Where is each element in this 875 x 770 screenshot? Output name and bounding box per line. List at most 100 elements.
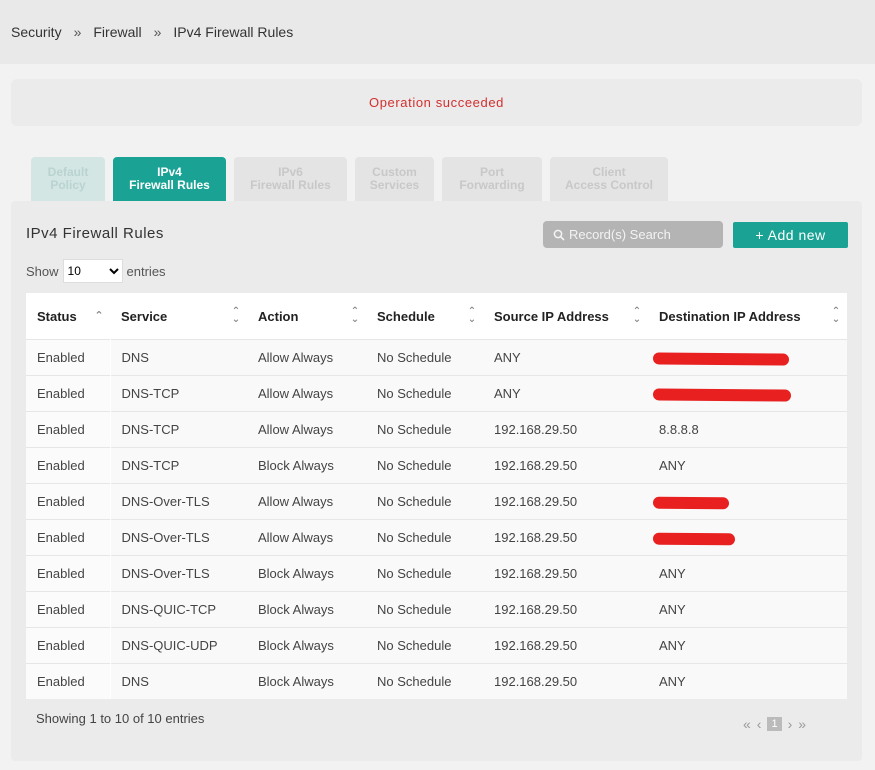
column-header-schedule[interactable]: Schedule ⌃ ⌄ bbox=[366, 293, 483, 340]
show-label: Show bbox=[26, 263, 59, 279]
column-header-label: Status bbox=[37, 308, 77, 324]
table-row[interactable]: Enabled DNS-TCP Block Always No Schedule 192… bbox=[26, 447, 847, 484]
add-new-button[interactable]: + Add new bbox=[733, 222, 848, 248]
column-header-action[interactable]: Action ⌃ ⌄ bbox=[247, 293, 366, 340]
cell-service: DNS-TCP bbox=[110, 411, 247, 448]
cell-destination: ANY bbox=[648, 555, 847, 592]
breadcrumb-separator: » bbox=[153, 24, 162, 40]
cell-source: 192.168.29.50 bbox=[483, 591, 648, 628]
breadcrumb: Security » Firewall » IPv4 Firewall Rule… bbox=[0, 0, 875, 64]
column-header-label: Action bbox=[258, 308, 299, 324]
cell-service: DNS-TCP bbox=[110, 447, 247, 484]
sort-icon[interactable]: ⌃ ⌄ bbox=[350, 307, 360, 325]
tab-client-access-control[interactable]: Client Access Control bbox=[550, 157, 668, 201]
breadcrumb-item-current: IPv4 Firewall Rules bbox=[173, 24, 294, 40]
column-header-service[interactable]: Service ⌃ ⌄ bbox=[110, 293, 247, 340]
entries-label: entries bbox=[126, 263, 166, 279]
tab-custom-services[interactable]: Custom Services bbox=[355, 157, 434, 201]
tab-label: Firewall Rules bbox=[250, 178, 331, 192]
tab-port-forwarding[interactable]: Port Forwarding bbox=[442, 157, 542, 201]
tab-ipv4-firewall-rules[interactable]: IPv4 Firewall Rules bbox=[113, 157, 226, 201]
tab-ipv6-firewall-rules[interactable]: IPv6 Firewall Rules bbox=[234, 157, 347, 201]
column-header-source-ip[interactable]: Source IP Address ⌃ ⌄ bbox=[483, 293, 648, 340]
breadcrumb-item-firewall[interactable]: Firewall bbox=[93, 24, 141, 40]
cell-action: Block Always bbox=[247, 555, 366, 592]
table-row[interactable]: Enabled DNS-Over-TLS Allow Always No Schedu… bbox=[26, 519, 847, 556]
cell-action: Allow Always bbox=[247, 411, 366, 448]
column-header-status[interactable]: Status ⌃ bbox=[26, 293, 110, 340]
table-row[interactable]: Enabled DNS Block Always No Schedule 192.168… bbox=[26, 663, 847, 699]
page-size-select[interactable]: 10 bbox=[62, 259, 123, 283]
cell-source: 192.168.29.50 bbox=[483, 411, 648, 448]
tab-default-policy[interactable]: Default Policy bbox=[31, 157, 105, 201]
cell-status: Enabled bbox=[26, 555, 111, 592]
alert-message: Operation succeeded bbox=[369, 95, 504, 110]
cell-service: DNS-Over-TLS bbox=[110, 519, 247, 556]
redaction-mark bbox=[652, 351, 790, 366]
sort-asc-icon[interactable]: ⌃ bbox=[94, 311, 104, 322]
column-header-label: Destination IP Address bbox=[659, 308, 801, 324]
cell-destination: 8.8.8.8 bbox=[648, 411, 847, 448]
search-input[interactable] bbox=[565, 227, 719, 242]
column-header-label: Schedule bbox=[377, 308, 435, 324]
cell-source: ANY bbox=[483, 339, 648, 376]
page-1-button[interactable]: 1 bbox=[767, 717, 782, 731]
column-header-label: Source IP Address bbox=[494, 308, 609, 324]
table-row[interactable]: Enabled DNS-Over-TLS Block Always No Schedu… bbox=[26, 555, 847, 592]
rules-table: Status ⌃ Service ⌃ ⌄ Action ⌃ ⌄ Schedule ⌃… bbox=[26, 293, 847, 699]
sort-icon[interactable]: ⌃ ⌄ bbox=[467, 307, 477, 325]
cell-service: DNS bbox=[110, 339, 247, 376]
table-row[interactable]: Enabled DNS Allow Always No Schedule ANY bbox=[26, 339, 847, 376]
tab-label: Access Control bbox=[564, 178, 654, 192]
last-page-button[interactable]: » bbox=[798, 716, 806, 732]
column-header-label: Service bbox=[121, 308, 168, 324]
redaction-mark bbox=[652, 387, 792, 402]
sort-icon[interactable]: ⌃ ⌄ bbox=[231, 307, 241, 325]
cell-status: Enabled bbox=[26, 375, 111, 412]
cell-action: Allow Always bbox=[247, 339, 366, 376]
prev-page-button[interactable]: ‹ bbox=[757, 716, 762, 732]
sort-icon[interactable]: ⌃ ⌄ bbox=[632, 307, 642, 325]
success-alert: Operation succeeded bbox=[11, 79, 862, 126]
cell-source: 192.168.29.50 bbox=[483, 555, 648, 592]
pagination: « ‹ 1 › » bbox=[743, 715, 806, 733]
cell-schedule: No Schedule bbox=[366, 591, 483, 628]
cell-action: Block Always bbox=[247, 663, 366, 699]
cell-status: Enabled bbox=[26, 663, 111, 699]
cell-schedule: No Schedule bbox=[366, 519, 483, 556]
table-row[interactable]: Enabled DNS-QUIC-UDP Block Always No Schedu… bbox=[26, 627, 847, 664]
cell-service: DNS-QUIC-UDP bbox=[110, 627, 247, 664]
tab-label: Firewall Rules bbox=[129, 178, 210, 192]
cell-action: Allow Always bbox=[247, 519, 366, 556]
cell-status: Enabled bbox=[26, 411, 111, 448]
cell-source: 192.168.29.50 bbox=[483, 519, 648, 556]
cell-source: 192.168.29.50 bbox=[483, 627, 648, 664]
cell-destination bbox=[648, 375, 847, 412]
table-row[interactable]: Enabled DNS-TCP Allow Always No Schedule 192… bbox=[26, 411, 847, 448]
cell-service: DNS bbox=[110, 663, 247, 699]
search-box[interactable] bbox=[543, 221, 723, 248]
table-row[interactable]: Enabled DNS-QUIC-TCP Block Always No Schedu… bbox=[26, 591, 847, 628]
breadcrumb-item-security[interactable]: Security bbox=[11, 24, 62, 40]
table-row[interactable]: Enabled DNS-TCP Allow Always No Schedule ANY bbox=[26, 375, 847, 412]
column-header-destination-ip[interactable]: Destination IP Address ⌃ ⌄ bbox=[648, 293, 847, 340]
sort-icon[interactable]: ⌃ ⌄ bbox=[831, 307, 841, 325]
next-page-button[interactable]: › bbox=[788, 716, 793, 732]
cell-source: ANY bbox=[483, 375, 648, 412]
cell-action: Allow Always bbox=[247, 483, 366, 520]
cell-schedule: No Schedule bbox=[366, 447, 483, 484]
table-info: Showing 1 to 10 of 10 entries bbox=[36, 711, 205, 726]
table-row[interactable]: Enabled DNS-Over-TLS Allow Always No Schedu… bbox=[26, 483, 847, 520]
cell-service: DNS-Over-TLS bbox=[110, 555, 247, 592]
cell-schedule: No Schedule bbox=[366, 339, 483, 376]
cell-status: Enabled bbox=[26, 519, 111, 556]
first-page-button[interactable]: « bbox=[743, 716, 751, 732]
cell-source: 192.168.29.50 bbox=[483, 663, 648, 699]
cell-status: Enabled bbox=[26, 627, 111, 664]
cell-status: Enabled bbox=[26, 591, 111, 628]
cell-service: DNS-TCP bbox=[110, 375, 247, 412]
cell-status: Enabled bbox=[26, 483, 111, 520]
cell-service: DNS-Over-TLS bbox=[110, 483, 247, 520]
tab-label: Policy bbox=[50, 178, 86, 192]
rules-panel: IPv4 Firewall Rules + Add new Show 10 en… bbox=[11, 201, 862, 761]
